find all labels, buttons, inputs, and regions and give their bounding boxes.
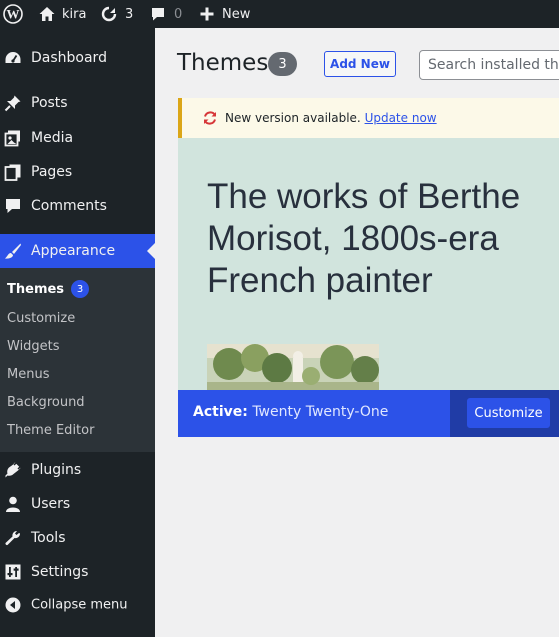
admin-bar: W kira 3 0 New bbox=[0, 0, 559, 28]
sidebar-item-label: Pages bbox=[31, 164, 73, 180]
paintbrush-icon bbox=[5, 243, 21, 259]
sidebar-item-pages[interactable]: Pages bbox=[0, 155, 155, 189]
site-name-link[interactable]: kira bbox=[38, 0, 86, 28]
pin-icon bbox=[4, 95, 21, 112]
updates-icon bbox=[101, 6, 117, 22]
submenu-item-menus[interactable]: Menus bbox=[7, 364, 49, 384]
active-theme-name: Twenty Twenty-One bbox=[252, 404, 389, 420]
sidebar-item-users[interactable]: Users bbox=[0, 487, 155, 521]
plus-icon bbox=[200, 7, 214, 21]
theme-screenshot[interactable]: The works of Berthe Morisot, 1800s-era F… bbox=[178, 138, 559, 390]
submenu-item-label: Theme Editor bbox=[7, 422, 95, 438]
sidebar-item-dashboard[interactable]: Dashboard bbox=[0, 41, 155, 75]
update-now-link[interactable]: Update now bbox=[365, 111, 437, 125]
themes-count-badge: 3 bbox=[71, 280, 90, 298]
sidebar-item-label: Media bbox=[31, 130, 74, 146]
updates-count: 3 bbox=[125, 6, 134, 22]
submenu-item-label: Menus bbox=[7, 366, 50, 382]
collapse-menu-button[interactable]: Collapse menu bbox=[0, 588, 155, 622]
home-icon bbox=[39, 7, 55, 21]
sidebar-item-label: Plugins bbox=[31, 462, 82, 478]
collapse-icon bbox=[5, 597, 21, 613]
submenu-item-themes[interactable]: Themes 3 bbox=[7, 279, 90, 299]
sidebar-item-tools[interactable]: Tools bbox=[0, 521, 155, 555]
submenu-item-label: Themes bbox=[7, 281, 65, 297]
sidebar-item-comments[interactable]: Comments bbox=[0, 189, 155, 223]
settings-icon bbox=[5, 564, 21, 580]
new-content-link[interactable]: New bbox=[200, 0, 250, 28]
notice-text: New version available. Update now bbox=[225, 111, 437, 125]
sidebar-item-label: Tools bbox=[31, 530, 66, 546]
themes-count-badge: 3 bbox=[268, 52, 297, 76]
sidebar-item-label: Posts bbox=[31, 95, 68, 111]
sidebar-item-posts[interactable]: Posts bbox=[0, 86, 155, 120]
update-notice: New version available. Update now bbox=[178, 98, 559, 138]
media-icon bbox=[4, 130, 20, 147]
sidebar-item-plugins[interactable]: Plugins bbox=[0, 453, 155, 487]
admin-sidebar: Dashboard Posts Media Pages Comments App… bbox=[0, 28, 155, 637]
sidebar-item-label: Users bbox=[31, 496, 71, 512]
submenu-item-widgets[interactable]: Widgets bbox=[7, 336, 60, 356]
update-icon bbox=[204, 111, 216, 125]
pages-icon bbox=[4, 164, 21, 181]
new-label: New bbox=[222, 6, 251, 22]
wordpress-logo-icon[interactable]: W bbox=[3, 0, 23, 28]
updates-link[interactable]: 3 bbox=[100, 0, 133, 28]
submenu-item-theme-editor[interactable]: Theme Editor bbox=[7, 420, 94, 440]
submenu-item-background[interactable]: Background bbox=[7, 392, 85, 412]
sidebar-item-appearance[interactable]: Appearance bbox=[0, 234, 155, 268]
sidebar-item-label: Dashboard bbox=[31, 50, 107, 66]
sidebar-item-media[interactable]: Media bbox=[0, 121, 155, 155]
search-input[interactable]: Search installed themes... bbox=[419, 50, 559, 80]
comment-icon bbox=[6, 199, 20, 213]
svg-text:W: W bbox=[7, 7, 20, 22]
sidebar-item-label: Comments bbox=[31, 198, 107, 214]
theme-heading: The works of Berthe Morisot, 1800s-era F… bbox=[207, 177, 521, 300]
dashboard-icon bbox=[5, 52, 21, 63]
page-title: Themes bbox=[177, 50, 269, 76]
submenu-item-label: Widgets bbox=[7, 338, 60, 354]
submenu-item-customize[interactable]: Customize bbox=[7, 308, 75, 328]
search-placeholder: Search installed themes... bbox=[428, 57, 559, 73]
sidebar-item-label: Collapse menu bbox=[31, 597, 128, 613]
users-icon bbox=[6, 496, 20, 512]
sidebar-item-settings[interactable]: Settings bbox=[0, 555, 155, 589]
plugin-icon bbox=[5, 461, 22, 478]
submenu-item-label: Background bbox=[7, 394, 85, 410]
submenu-item-label: Customize bbox=[7, 310, 76, 326]
comments-link[interactable]: 0 bbox=[150, 0, 182, 28]
notice-message: New version available. bbox=[225, 111, 361, 125]
wrench-icon bbox=[5, 530, 21, 546]
sidebar-item-label: Appearance bbox=[31, 243, 116, 259]
customize-button[interactable]: Customize bbox=[467, 398, 550, 428]
sidebar-item-label: Settings bbox=[31, 564, 89, 580]
site-name: kira bbox=[62, 6, 87, 22]
active-prefix: Active: bbox=[193, 404, 248, 420]
comments-count: 0 bbox=[174, 6, 183, 22]
active-theme-label: Active: Twenty Twenty-One bbox=[193, 404, 388, 420]
painting-image bbox=[207, 344, 379, 390]
comment-icon bbox=[152, 8, 164, 21]
appearance-submenu: Themes 3 Customize Widgets Menus Backgro… bbox=[0, 268, 155, 452]
add-new-button[interactable]: Add New bbox=[324, 51, 396, 77]
